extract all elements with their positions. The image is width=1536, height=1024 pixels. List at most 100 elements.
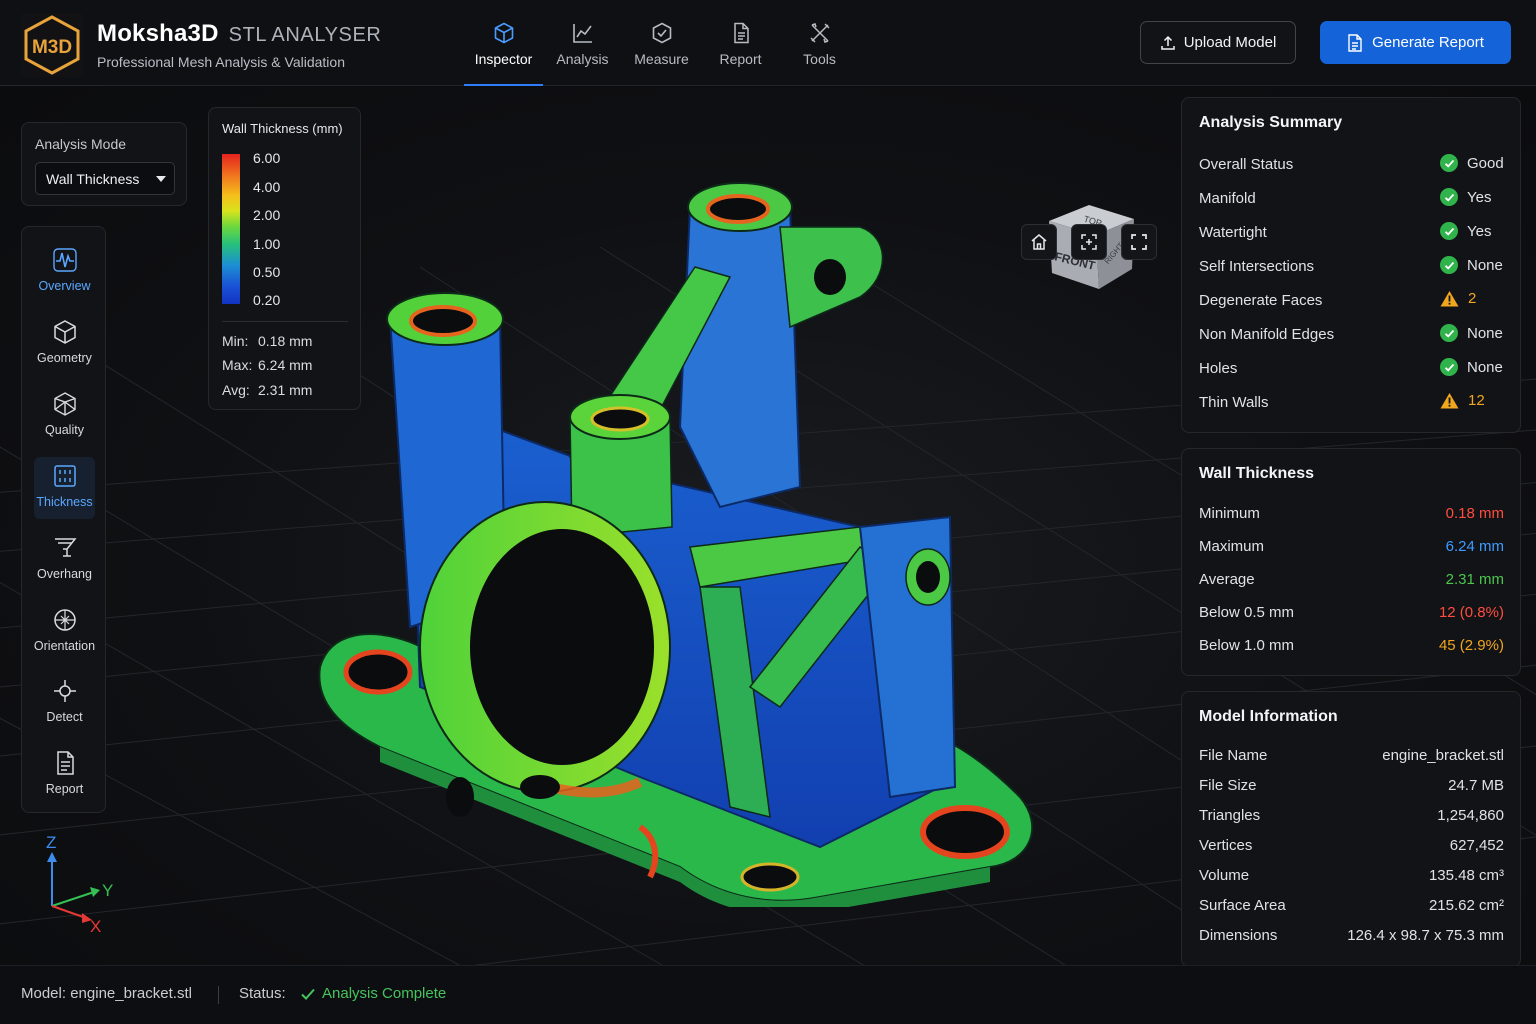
- analysis-mode-select[interactable]: Wall Thickness: [35, 162, 175, 195]
- warning-icon: [1440, 392, 1459, 409]
- divider: [222, 321, 348, 322]
- document-icon: [56, 751, 74, 775]
- brand-title: Moksha3D STL ANALYSER: [97, 20, 381, 48]
- axis-z-label: Z: [46, 833, 56, 852]
- summary-value: Yes: [1467, 222, 1492, 240]
- line-chart-icon: [572, 24, 592, 43]
- tool-orientation[interactable]: Orientation: [34, 601, 95, 663]
- legend-avg-value: 2.31 mm: [258, 382, 313, 398]
- document-icon: [1348, 33, 1362, 52]
- legend-tick: 4.00: [253, 179, 281, 195]
- model-info-label: Dimensions: [1199, 927, 1278, 944]
- analysis-summary-panel: Analysis Summary Overall Status Good Man…: [1181, 97, 1521, 433]
- thickness-label: Below 1.0 mm: [1199, 637, 1295, 654]
- legend-tick: 0.20: [253, 292, 281, 308]
- nav-label: Report: [719, 51, 762, 67]
- nav-analysis[interactable]: Analysis: [543, 0, 622, 86]
- status-bar: Model: engine_bracket.stl Status: Analys…: [0, 965, 1536, 1024]
- summary-status: Yes: [1440, 222, 1491, 240]
- tool-label: Geometry: [37, 351, 92, 365]
- model-info-label: Triangles: [1199, 807, 1261, 824]
- model-info-label: File Size: [1199, 777, 1257, 794]
- tool-geometry[interactable]: Geometry: [34, 313, 95, 375]
- warning-icon: [1440, 290, 1459, 307]
- model-info-row: File Name engine_bracket.stl: [1199, 747, 1504, 767]
- model-info-value: 1,254,860: [1437, 807, 1504, 824]
- nav-label: Tools: [803, 51, 836, 67]
- brand-tagline: Professional Mesh Analysis & Validation: [97, 54, 345, 70]
- summary-row: Degenerate Faces 2: [1199, 290, 1504, 312]
- thickness-row: Minimum 0.18 mm: [1199, 505, 1504, 525]
- axes-gizmo: Z Y X: [46, 833, 113, 936]
- summary-value: None: [1467, 358, 1503, 376]
- brand-logo[interactable]: M3D: [21, 13, 83, 77]
- home-view-button[interactable]: [1021, 224, 1057, 260]
- check-circle-icon: [1440, 154, 1458, 172]
- nav-report[interactable]: Report: [701, 0, 780, 86]
- fullscreen-button[interactable]: [1121, 224, 1157, 260]
- status-label: Status:: [239, 985, 286, 1002]
- upload-model-label: Upload Model: [1183, 34, 1277, 51]
- chevron-down-icon: [156, 176, 166, 182]
- status-value: Analysis Complete: [322, 985, 447, 1002]
- focus-view-button[interactable]: [1071, 224, 1107, 260]
- summary-status: None: [1440, 324, 1503, 342]
- nav-inspector[interactable]: Inspector: [464, 0, 543, 86]
- thickness-row: Average 2.31 mm: [1199, 571, 1504, 591]
- model-info-row: Vertices 627,452: [1199, 837, 1504, 857]
- nav-label: Analysis: [556, 51, 609, 67]
- tool-thickness[interactable]: Thickness: [34, 457, 95, 519]
- summary-status: None: [1440, 256, 1503, 274]
- legend-max: Max: 6.24 mm: [222, 357, 312, 373]
- summary-status: Good: [1440, 154, 1504, 172]
- cube-icon: [53, 320, 76, 344]
- hexagon-logo-icon: M3D: [24, 15, 80, 75]
- thickness-value: 2.31 mm: [1445, 571, 1504, 588]
- tool-label: Orientation: [33, 639, 96, 653]
- status-model-value: engine_bracket.stl: [70, 985, 192, 1002]
- fullscreen-icon: [1131, 234, 1147, 250]
- model-info-value: 215.62 cm²: [1428, 897, 1504, 914]
- tool-quality[interactable]: Quality: [34, 385, 95, 447]
- engine-bracket-model[interactable]: [300, 127, 1060, 907]
- thickness-value: 45 (2.9%): [1438, 637, 1504, 654]
- document-icon: [733, 22, 749, 44]
- legend-tick: 1.00: [253, 236, 281, 252]
- tool-overhang[interactable]: Overhang: [34, 529, 95, 591]
- generate-report-button[interactable]: Generate Report: [1320, 21, 1511, 64]
- model-info-row: Dimensions 126.4 x 98.7 x 75.3 mm: [1199, 927, 1504, 947]
- tool-detect[interactable]: Detect: [34, 672, 95, 734]
- model-info-value: engine_bracket.stl: [1382, 747, 1504, 764]
- summary-row: Manifold Yes: [1199, 188, 1504, 210]
- model-information-panel: Model Information File Name engine_brack…: [1181, 691, 1521, 967]
- logo-text: M3D: [32, 37, 72, 58]
- model-info-value: 627,452: [1449, 837, 1504, 854]
- upload-model-button[interactable]: Upload Model: [1140, 21, 1296, 64]
- measure-icon: [652, 22, 671, 44]
- tool-label: Thickness: [36, 495, 93, 509]
- tool-report[interactable]: Report: [34, 744, 95, 806]
- overhang-icon: [54, 538, 77, 557]
- legend-min-label: Min:: [222, 333, 249, 349]
- nav-tools[interactable]: Tools: [780, 0, 859, 86]
- summary-row: Overall Status Good: [1199, 154, 1504, 176]
- check-circle-icon: [1440, 324, 1458, 342]
- panel-title: Analysis Summary: [1199, 114, 1343, 131]
- tool-overview[interactable]: Overview: [34, 241, 95, 303]
- model-info-value: 135.48 cm³: [1428, 867, 1504, 884]
- crosshair-icon: [53, 680, 76, 702]
- summary-status: Yes: [1440, 188, 1491, 206]
- model-info-row: Volume 135.48 cm³: [1199, 867, 1504, 887]
- model-info-label: Volume: [1199, 867, 1250, 884]
- summary-label: Self Intersections: [1199, 258, 1315, 275]
- summary-row: Thin Walls 12: [1199, 392, 1504, 414]
- summary-value: Good: [1467, 154, 1504, 172]
- summary-value: 12: [1468, 392, 1485, 409]
- summary-label: Non Manifold Edges: [1199, 326, 1335, 343]
- thickness-value: 6.24 mm: [1445, 538, 1504, 555]
- tool-label: Quality: [45, 423, 84, 437]
- nav-measure[interactable]: Measure: [622, 0, 701, 86]
- checkmark-icon: [301, 988, 315, 1000]
- cube-icon: [494, 22, 513, 44]
- summary-row: Holes None: [1199, 358, 1504, 380]
